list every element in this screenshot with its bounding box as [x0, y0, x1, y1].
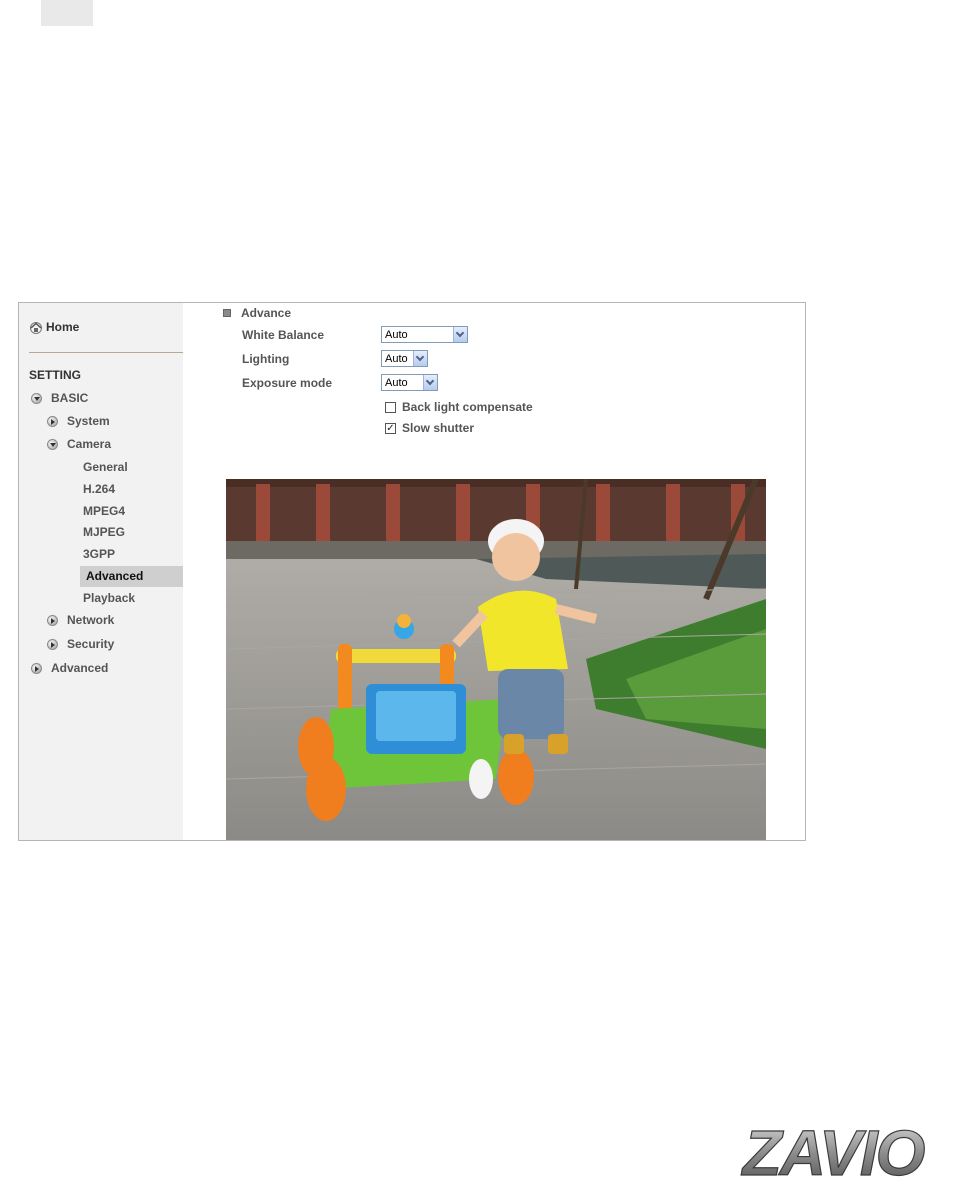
lighting-label: Lighting — [242, 352, 290, 366]
white-balance-select[interactable]: Auto — [381, 326, 468, 343]
advance-section-title: Advance — [241, 306, 292, 320]
sidebar-item-label: Network — [67, 613, 115, 627]
expand-right-icon — [47, 614, 58, 626]
camera-settings-window: Home SETTING BASIC System Camera General… — [18, 302, 806, 841]
page-corner-tab — [41, 0, 93, 26]
preview-photo-illustration — [226, 479, 766, 840]
sidebar-item-label: Security — [67, 637, 115, 651]
checkbox-checked-icon: ✓ — [385, 422, 396, 434]
sidebar-item-h264[interactable]: H.264 — [83, 482, 115, 496]
lighting-value: Auto — [385, 352, 408, 365]
dropdown-arrow-icon — [413, 351, 427, 366]
exposure-mode-label: Exposure mode — [242, 376, 333, 390]
setting-section-title: SETTING — [29, 368, 82, 382]
dropdown-arrow-icon — [453, 327, 467, 342]
lighting-select[interactable]: Auto — [381, 350, 428, 367]
expand-down-icon — [47, 438, 58, 450]
sidebar-item-system[interactable]: System — [47, 414, 110, 428]
expand-right-icon — [47, 638, 58, 650]
sidebar-item-label: Advanced — [51, 661, 109, 675]
section-bullet-icon — [223, 309, 231, 317]
zavio-logo-text: ZAVIO — [741, 1117, 925, 1183]
home-label: Home — [46, 320, 80, 334]
sidebar-item-camera[interactable]: Camera — [47, 437, 111, 451]
slow-shutter-checkbox[interactable]: ✓ Slow shutter — [385, 421, 474, 435]
sidebar-item-basic[interactable]: BASIC — [31, 391, 88, 405]
sidebar-item-advanced-selected[interactable]: Advanced — [80, 566, 183, 587]
expand-right-icon — [31, 662, 42, 674]
sidebar-item-playback[interactable]: Playback — [83, 591, 135, 605]
white-balance-label: White Balance — [242, 328, 325, 342]
advance-section-header: Advance — [223, 306, 291, 320]
sidebar-item-3gpp[interactable]: 3GPP — [83, 547, 115, 561]
expand-right-icon — [47, 415, 58, 427]
settings-content: Advance White Balance Auto Lighting Auto… — [183, 303, 805, 840]
sidebar-item-mpeg4[interactable]: MPEG4 — [83, 504, 125, 518]
camera-preview-image — [226, 479, 766, 840]
sidebar-divider — [29, 352, 183, 353]
sidebar-item-label: BASIC — [51, 391, 89, 405]
checkbox-unchecked-icon — [385, 401, 396, 413]
home-icon — [30, 321, 42, 334]
sidebar-item-label: System — [67, 414, 110, 428]
slow-shutter-label: Slow shutter — [402, 421, 475, 435]
backlight-compensate-label: Back light compensate — [402, 400, 533, 414]
dropdown-arrow-icon — [423, 375, 437, 390]
white-balance-value: Auto — [385, 328, 408, 341]
exposure-mode-value: Auto — [385, 376, 408, 389]
sidebar-item-general[interactable]: General — [83, 460, 128, 474]
zavio-logo: ZAVIO — [740, 1117, 927, 1183]
expand-down-icon — [31, 392, 42, 404]
settings-sidebar: Home SETTING BASIC System Camera General… — [19, 303, 183, 840]
sidebar-item-mjpeg[interactable]: MJPEG — [83, 525, 125, 539]
sidebar-item-network[interactable]: Network — [47, 613, 114, 627]
sidebar-item-security[interactable]: Security — [47, 637, 114, 651]
home-link[interactable]: Home — [29, 320, 79, 334]
exposure-mode-select[interactable]: Auto — [381, 374, 438, 391]
backlight-compensate-checkbox[interactable]: Back light compensate — [385, 400, 533, 414]
sidebar-item-advanced[interactable]: Advanced — [31, 661, 108, 675]
sidebar-item-label: Camera — [67, 437, 112, 451]
